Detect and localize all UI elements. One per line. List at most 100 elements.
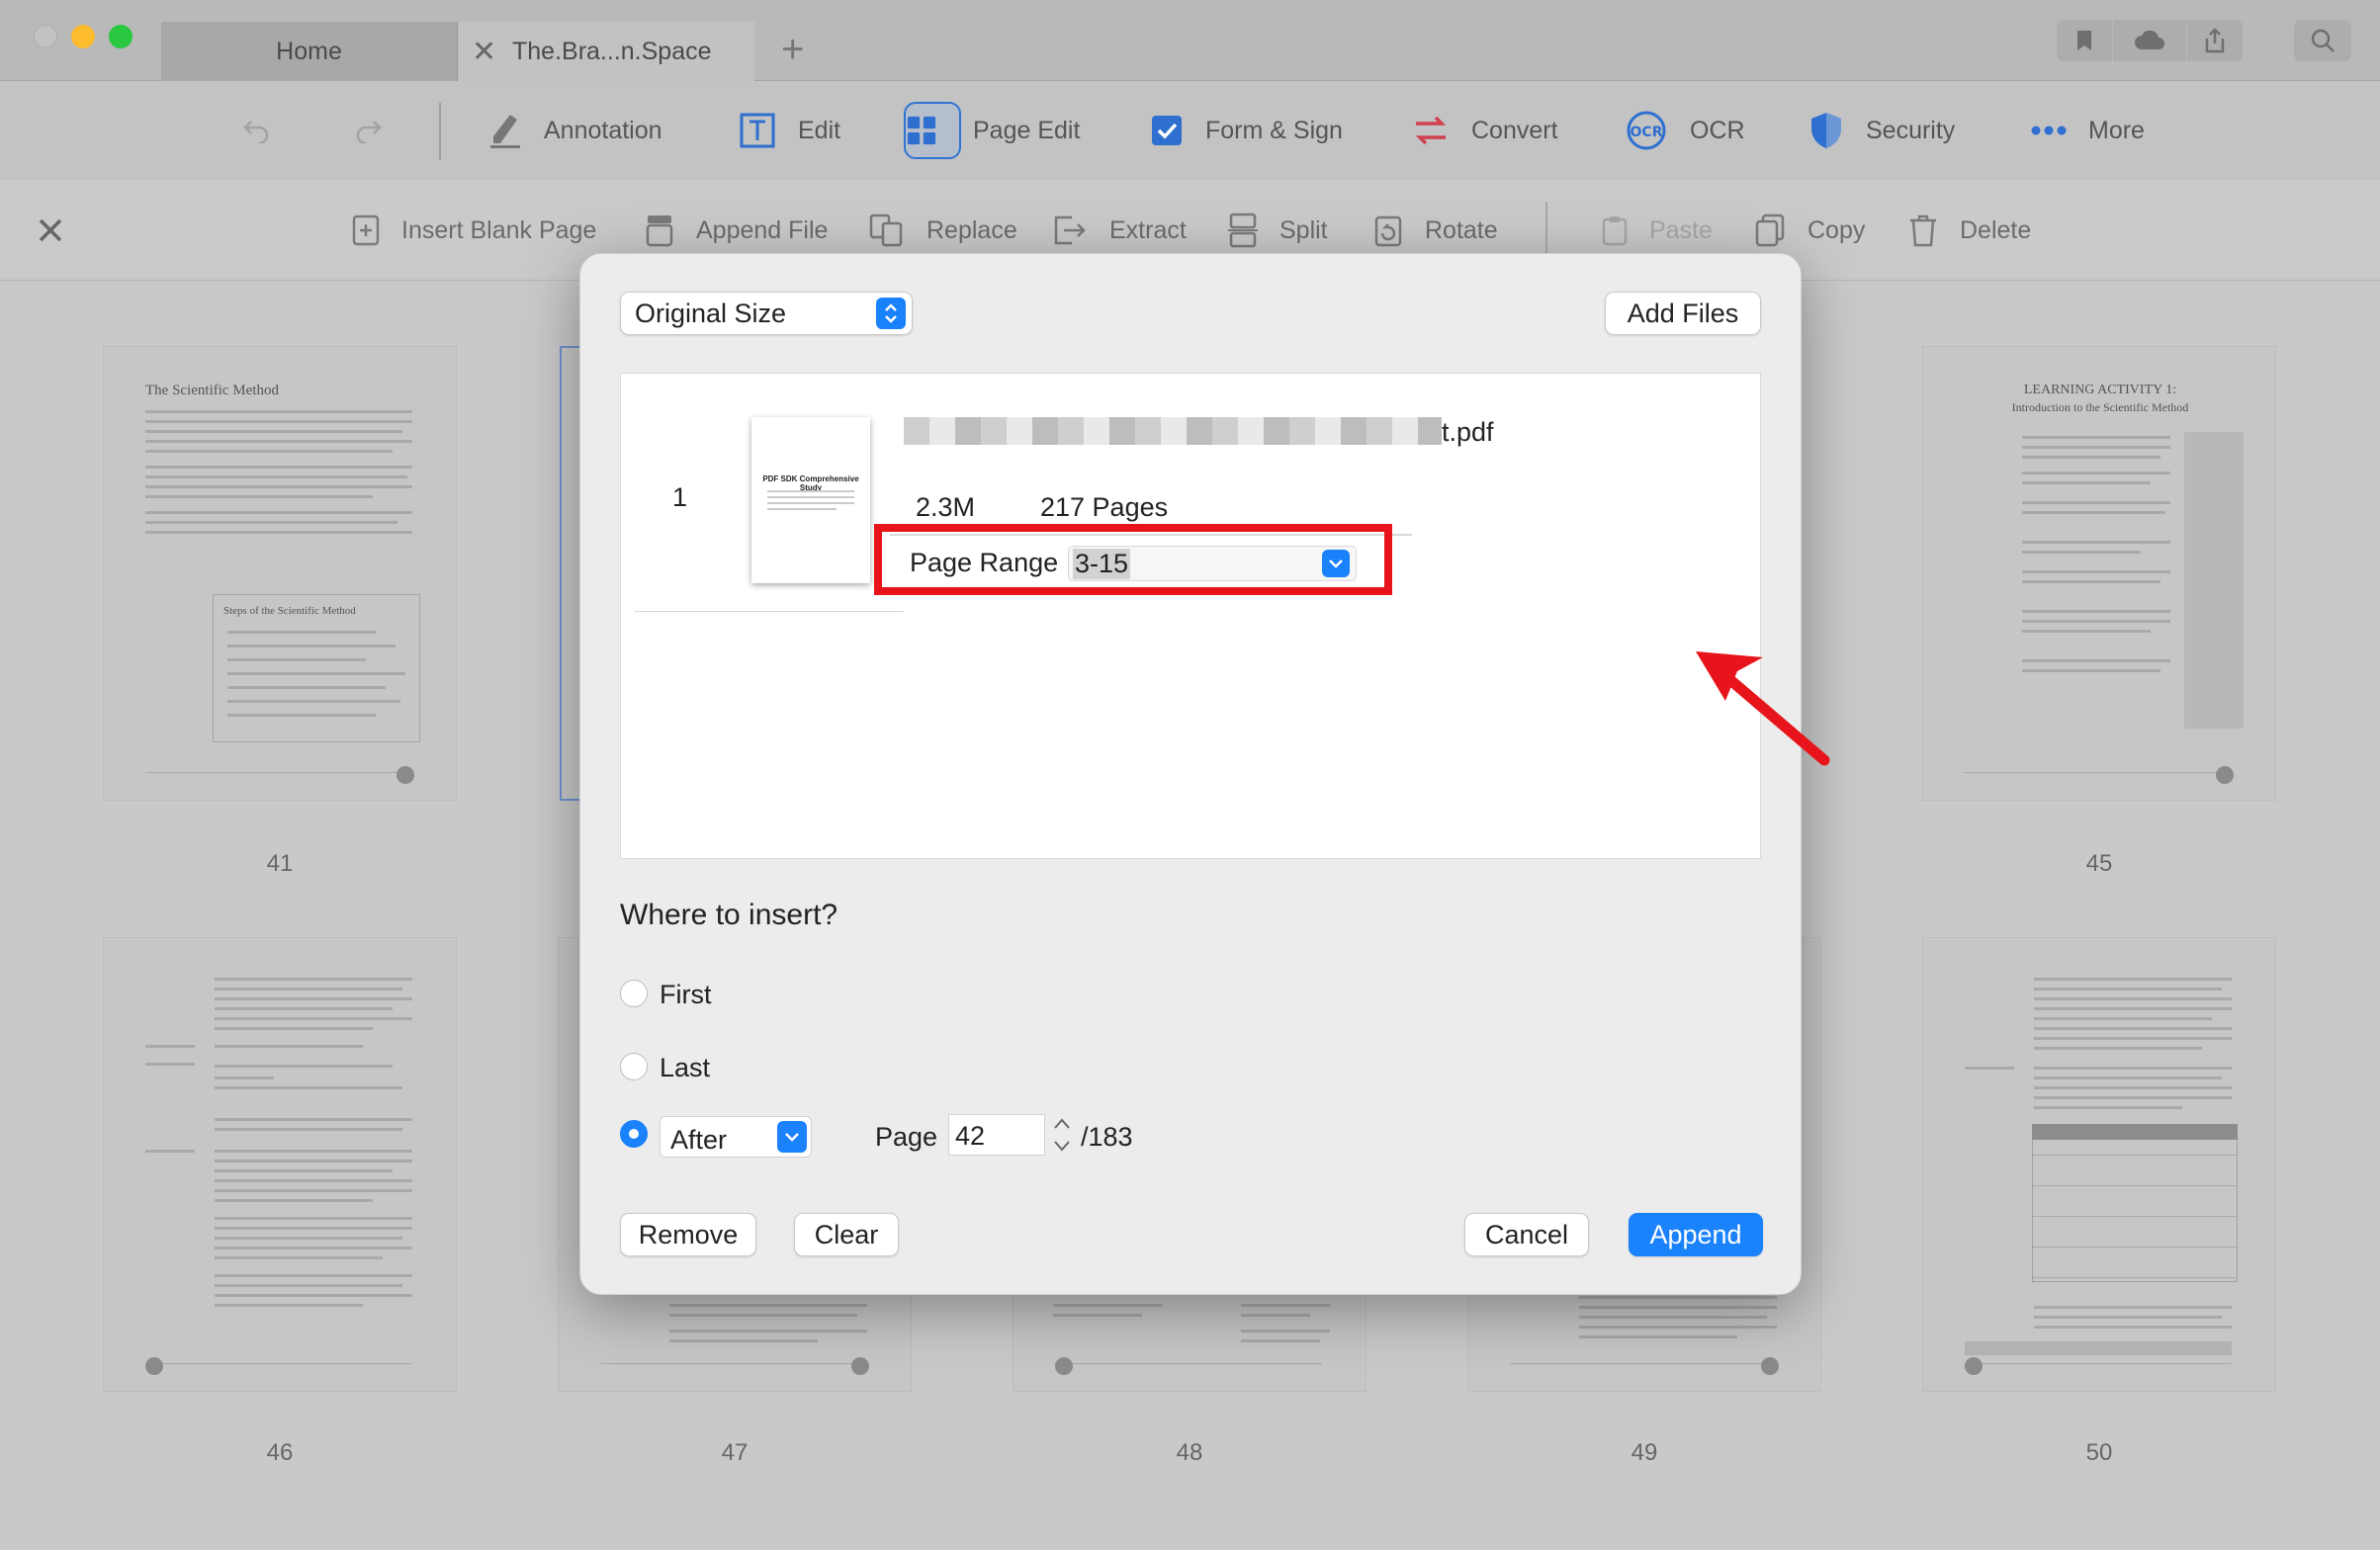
where-to-insert-heading: Where to insert? [620,899,838,931]
append-button[interactable]: Append [1629,1213,1763,1256]
file-page-count: 217 Pages [1040,492,1169,522]
edit-button[interactable]: Edit [739,81,840,180]
chevron-down-icon[interactable] [1322,550,1350,577]
security-label: Security [1866,116,1956,144]
cancel-button[interactable]: Cancel [1464,1213,1589,1256]
thumbnail-subtitle: Introduction to the Scientific Method [2011,400,2189,414]
last-radio[interactable] [620,1053,648,1080]
append-label: Append [1649,1219,1742,1249]
ocr-button[interactable]: OCR OCR [1625,81,1745,180]
form-sign-button[interactable]: Form & Sign [1150,81,1343,180]
zoom-window-button[interactable] [109,25,132,48]
close-icon [39,218,62,242]
after-select-value: After [670,1125,728,1155]
main-toolbar: Annotation Edit Page Edit Form & Sign Co… [0,81,2380,180]
page-edit-button[interactable]: Page Edit [904,81,1080,180]
page-number-input[interactable]: 42 [948,1114,1045,1156]
stepper-icon [1054,1118,1070,1152]
share-button[interactable] [2187,20,2243,61]
tab-label: The.Bra...n.Space [512,37,712,65]
first-label: First [660,980,712,1009]
cloud-button[interactable] [2113,20,2186,61]
extract-label: Extract [1109,215,1187,244]
annotation-button[interactable]: Annotation [488,81,662,180]
replace-icon [869,214,903,247]
delete-button[interactable]: Delete [1908,180,2031,281]
convert-button[interactable]: Convert [1412,81,1558,180]
new-tab-icon[interactable]: + [781,28,804,72]
page-number: 41 [266,850,294,877]
page-thumbnail-41[interactable]: The Scientific Method Steps of the Scien… [103,346,457,801]
convert-icon [1415,116,1447,145]
rotate-label: Rotate [1425,215,1498,244]
stepper-chevron-icon [876,298,906,329]
first-radio[interactable] [620,980,648,1007]
close-tab-icon[interactable]: ✕ [472,35,496,69]
more-dots-icon [2031,126,2067,135]
tab-label: Home [276,37,342,65]
append-file-dialog: Original Size Add Files 1 PDF SDK Compre… [579,253,1830,1295]
close-window-button[interactable] [34,25,57,48]
more-button[interactable]: More [2031,81,2145,180]
undo-icon [243,121,269,143]
page-range-combobox[interactable]: 3-15 [1068,546,1357,581]
tab-document[interactable]: ✕ The.Bra...n.Space [458,22,754,81]
page-number: 48 [1176,1439,1203,1466]
trash-icon [1910,215,1936,247]
after-radio[interactable] [620,1120,648,1148]
file-thumbnail: PDF SDK Comprehensive Study [751,417,870,583]
bookmark-button[interactable] [2057,20,2112,61]
insert-blank-page-button[interactable]: Insert Blank Page [352,180,596,281]
remove-button[interactable]: Remove [620,1213,756,1256]
pagebar-divider [1545,202,1547,259]
add-files-label: Add Files [1627,298,1739,328]
tab-home[interactable]: Home [161,22,458,81]
chevron-down-icon [777,1121,807,1153]
paste-label: Paste [1649,215,1713,244]
page-number: 46 [266,1439,294,1466]
rotate-icon [1374,215,1402,247]
page-thumbnail-50[interactable] [1922,937,2276,1392]
pen-icon [490,115,520,148]
text-edit-icon [740,113,775,148]
convert-label: Convert [1471,116,1558,144]
close-page-edit-button[interactable] [38,180,85,281]
delete-label: Delete [1960,215,2032,244]
extract-icon [1054,215,1086,245]
edit-label: Edit [798,116,841,144]
last-label: Last [660,1053,711,1082]
undo-button[interactable] [241,81,293,180]
form-sign-label: Form & Sign [1205,116,1343,144]
page-label: Page [875,1122,938,1152]
page-thumbnail-46[interactable] [103,937,457,1392]
svg-text:OCR: OCR [1631,125,1663,140]
page-number-stepper[interactable] [1049,1114,1075,1156]
size-select[interactable]: Original Size [620,292,913,335]
after-select[interactable]: After [660,1116,812,1158]
search-button[interactable] [2294,20,2351,61]
page-number: 45 [2085,850,2113,877]
page-number: 49 [1631,1439,1658,1466]
file-list-row[interactable]: 1 PDF SDK Comprehensive Study t.pdf 2.3M… [621,374,1762,621]
page-number: 50 [2085,1439,2113,1466]
security-button[interactable]: Security [1808,81,1955,180]
page-range-label: Page Range [910,548,1059,577]
thumbnail-title: The Scientific Method [145,383,279,398]
cloud-icon [2135,31,2164,49]
file-name: t.pdf [1442,417,1494,447]
thumbnail-box-title: Steps of the Scientific Method [223,605,356,617]
paste-icon [1602,216,1628,246]
bookmark-icon [2077,31,2091,50]
minimize-window-button[interactable] [71,25,95,48]
redo-button[interactable] [354,81,405,180]
checkbox-icon [1152,116,1182,145]
clear-button[interactable]: Clear [794,1213,899,1256]
toolbar-divider [439,103,441,160]
file-index: 1 [672,482,688,512]
page-thumbnail-45[interactable]: LEARNING ACTIVITY 1: Introduction to the… [1922,346,2276,801]
split-icon [1228,213,1258,248]
ocr-label: OCR [1690,116,1745,144]
add-files-button[interactable]: Add Files [1605,292,1761,335]
clear-label: Clear [814,1219,879,1249]
page-number: 47 [721,1439,749,1466]
